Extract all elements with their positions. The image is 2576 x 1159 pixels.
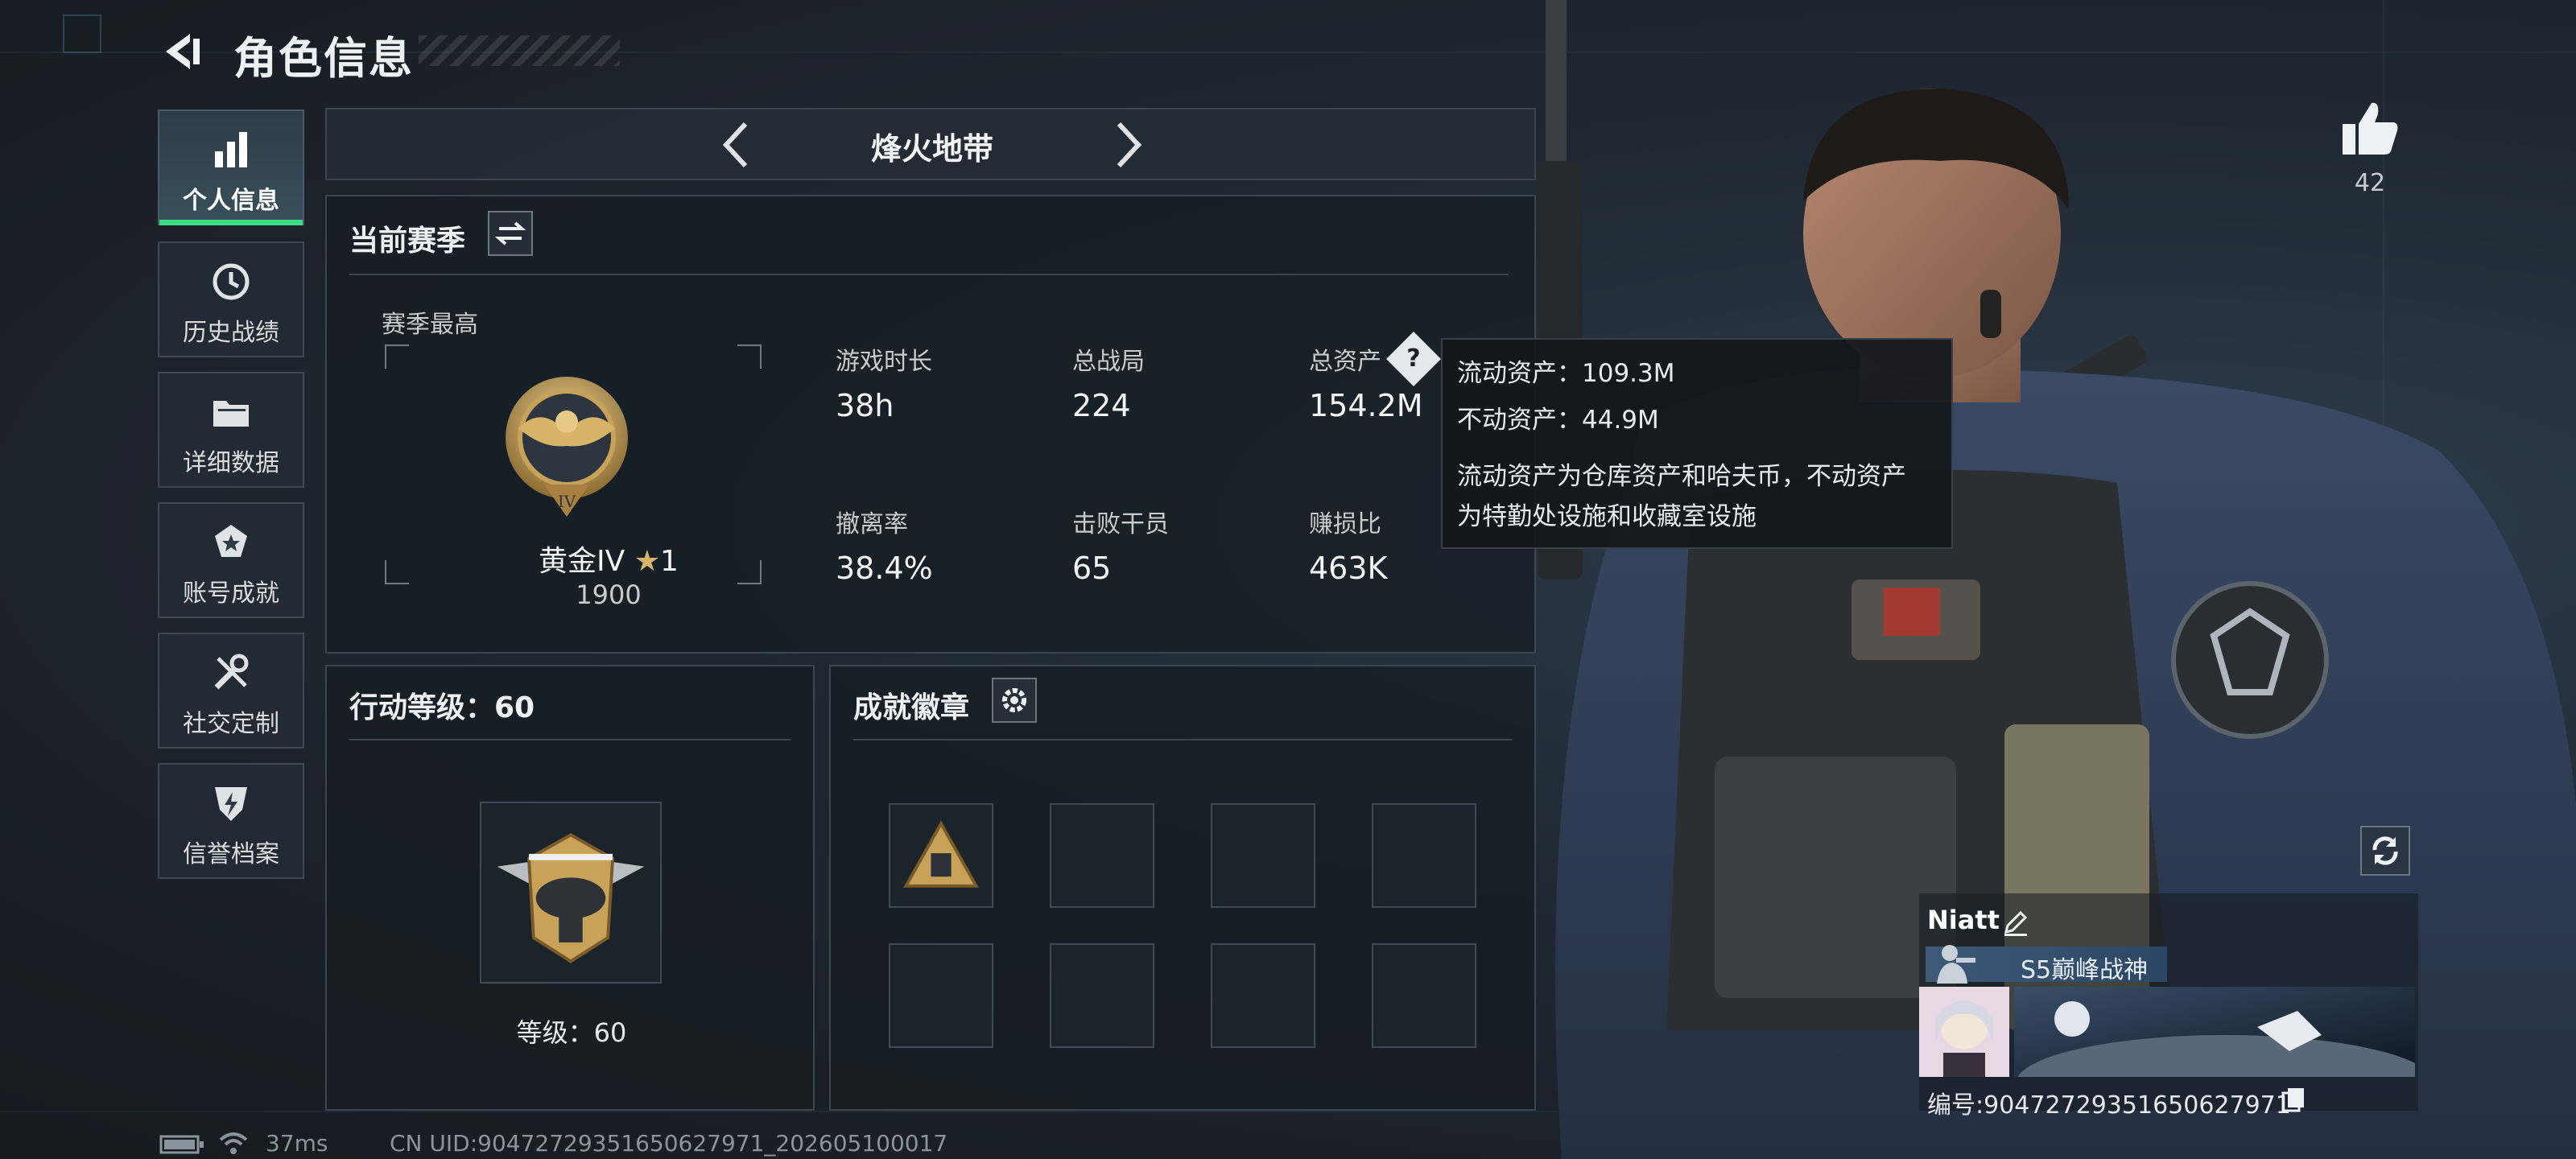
asset-tooltip: 流动资产：109.3M 不动资产：44.9M 流动资产为仓库资产和哈夫币，不动资…: [1441, 338, 1953, 549]
help-question-icon: ?: [1406, 344, 1421, 373]
page-title: 角色信息: [233, 33, 414, 84]
mode-title: 烽火地带: [870, 131, 993, 167]
stat-label: 赚损比: [1309, 510, 1381, 538]
level-label: 等级：60: [516, 1017, 627, 1048]
swap-icon: [494, 221, 526, 245]
nav-label: 账号成就: [183, 580, 279, 608]
level-title: 行动等级：60: [349, 691, 535, 724]
achievement-slot[interactable]: [889, 803, 993, 908]
refresh-icon: [2372, 836, 2398, 865]
nav-label: 详细数据: [183, 449, 279, 477]
divider: [853, 739, 1512, 740]
profile-banner-image[interactable]: [1919, 987, 2415, 1077]
edit-pencil-icon[interactable]: [2001, 908, 2030, 937]
player-name: Niatt: [1927, 905, 2000, 935]
gear-icon: [1002, 688, 1026, 712]
rank-stars: 1: [660, 545, 679, 578]
mode-next-arrow-icon[interactable]: [1104, 113, 1153, 177]
history-clock-icon: [213, 263, 250, 300]
helicopter-emblem-icon: [497, 833, 645, 963]
achievement-slot[interactable]: [1372, 803, 1476, 908]
folder-icon: [213, 401, 249, 427]
bar-chart-icon: [215, 132, 247, 167]
achievement-slot[interactable]: [1211, 803, 1315, 908]
badge-numeral: IV: [558, 492, 576, 511]
stat-label: 总资产: [1309, 348, 1381, 376]
nav-item-personal-info[interactable]: 个人信息: [158, 109, 304, 225]
title-decoration: [419, 35, 620, 66]
achievement-slot[interactable]: [1211, 943, 1315, 1048]
rank-name: 黄金IV: [539, 545, 625, 578]
nav-item-social-custom[interactable]: 社交定制: [158, 633, 304, 749]
stat-label: 总战局: [1072, 348, 1145, 376]
footer-uid: CN UID:9047272935165062797​1_20260510001…: [390, 1130, 948, 1157]
bg-deco-square: [63, 14, 101, 53]
season-panel: 当前赛季 赛季最高 IV 黄金IV ★1 1900 游戏时长 38h 总战局 2…: [325, 195, 1536, 654]
frame-corner: [385, 344, 409, 369]
achievements-settings-button[interactable]: [992, 678, 1037, 723]
rank-name-row: 黄金IV ★1: [488, 538, 729, 580]
ping-value: 37ms: [266, 1130, 328, 1157]
action-level-panel: 行动等级：60 等级：60: [325, 665, 815, 1111]
nav-item-achievements[interactable]: 账号成就: [158, 502, 304, 618]
nav-label: 社交定制: [183, 710, 279, 738]
frame-corner: [737, 344, 762, 369]
tooltip-description-line2: 为特勤处设施和收藏室设施: [1457, 502, 1757, 531]
achievements-title: 成就徽章: [853, 691, 970, 724]
wifi-icon: [219, 1132, 248, 1154]
level-emblem-frame[interactable]: [480, 802, 662, 984]
soldier-avatar-icon: [1937, 945, 1975, 984]
achievements-panel: 成就徽章: [829, 665, 1536, 1111]
divider: [349, 739, 791, 740]
copy-icon[interactable]: [2281, 1087, 2306, 1112]
achievement-slot[interactable]: [889, 943, 993, 1048]
stat-value: 65: [1072, 551, 1112, 586]
frame-corner: [737, 560, 762, 584]
tooltip-fixed-assets: 不动资产：44.9M: [1457, 406, 1659, 435]
achievement-slot[interactable]: [1050, 803, 1154, 908]
stat-value: 224: [1072, 388, 1131, 423]
frame-corner: [385, 560, 409, 584]
rank-gold-badge-icon: IV: [506, 377, 628, 517]
nav-label: 个人信息: [183, 187, 279, 215]
achievement-slot[interactable]: [1372, 943, 1476, 1048]
nav-label: 历史战绩: [183, 319, 279, 347]
nav-label: 信誉档案: [183, 840, 279, 868]
stat-label: 击败干员: [1072, 510, 1169, 538]
rank-star-icon: ★: [634, 545, 661, 578]
season-title: 当前赛季: [349, 225, 466, 258]
achievement-star-icon: [215, 525, 247, 557]
nav-item-history[interactable]: 历史战绩: [158, 241, 304, 357]
mode-selector-bar: 烽火地带: [325, 108, 1536, 180]
rank-points: 1900: [576, 580, 642, 610]
tooltip-description-line1: 流动资产为仓库资产和哈夫币，不动资产: [1457, 462, 1906, 491]
stat-value: 463K: [1309, 551, 1388, 586]
like-count: 42: [2354, 169, 2386, 197]
divider: [349, 274, 1509, 275]
rank-title: S5巅峰战神: [2021, 956, 2149, 984]
player-id: 编号:9047272935165062797​1: [1927, 1091, 2291, 1120]
pyramid-badge-icon: [903, 820, 979, 888]
back-arrow-icon[interactable]: [158, 29, 203, 74]
thumbs-up-icon[interactable]: [2339, 100, 2401, 156]
tooltip-liquid-assets: 流动资产：109.3M: [1457, 359, 1675, 388]
season-best-label: 赛季最高: [382, 311, 478, 339]
stat-value: 38h: [836, 388, 894, 423]
season-switch-button[interactable]: [488, 211, 533, 256]
stat-value: 38.4%: [836, 551, 933, 586]
nav-item-reputation[interactable]: 信誉档案: [158, 763, 304, 879]
nav-item-detailed-data[interactable]: 详细数据: [158, 372, 304, 488]
shield-lightning-icon: [215, 787, 247, 821]
rotate-model-button[interactable]: [2360, 826, 2410, 876]
battery-icon: [159, 1135, 204, 1154]
achievement-slot[interactable]: [1050, 943, 1154, 1048]
stat-value: 154.2M: [1309, 388, 1423, 423]
stat-label: 游戏时长: [836, 348, 932, 376]
tools-icon: [214, 654, 249, 690]
stat-label: 撤离率: [836, 510, 908, 538]
